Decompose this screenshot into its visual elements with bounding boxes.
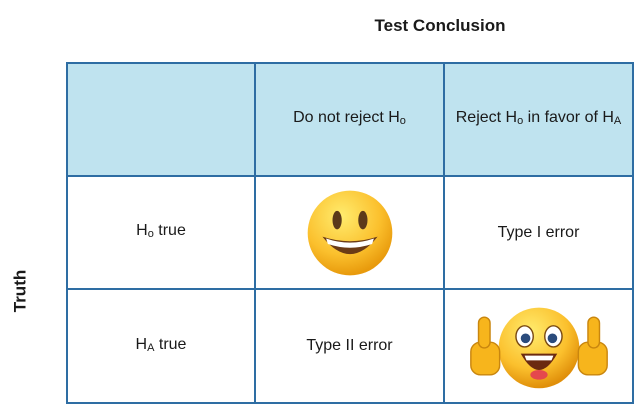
- smiling-face-icon: [307, 190, 392, 275]
- header-row: Do not reject Ho Reject Ho in favor of H…: [66, 62, 634, 177]
- cell-correct-decision-2: [443, 288, 634, 404]
- cell-correct-decision-1: [254, 175, 445, 290]
- row-label-ha-true: HA true: [66, 288, 256, 404]
- header-corner-cell: [66, 62, 256, 177]
- decision-matrix: Do not reject Ho Reject Ho in favor of H…: [66, 62, 634, 404]
- row-ha-true: HA true Type II error: [66, 288, 634, 404]
- column-title: Test Conclusion: [374, 16, 506, 35]
- header-do-not-reject: Do not reject Ho: [254, 62, 445, 177]
- cell-type-2-error: Type II error: [254, 288, 445, 404]
- cell-type-1-error: Type I error: [443, 175, 634, 290]
- row-title-wrapper: Truth: [2, 270, 38, 313]
- row-h0-true: Ho true Type I error: [66, 175, 634, 290]
- row-title: Truth: [10, 269, 29, 313]
- thumbs-up-smiley-icon: [469, 307, 608, 389]
- header-reject: Reject Ho in favor of HA: [443, 62, 634, 177]
- row-label-h0-true: Ho true: [66, 175, 256, 290]
